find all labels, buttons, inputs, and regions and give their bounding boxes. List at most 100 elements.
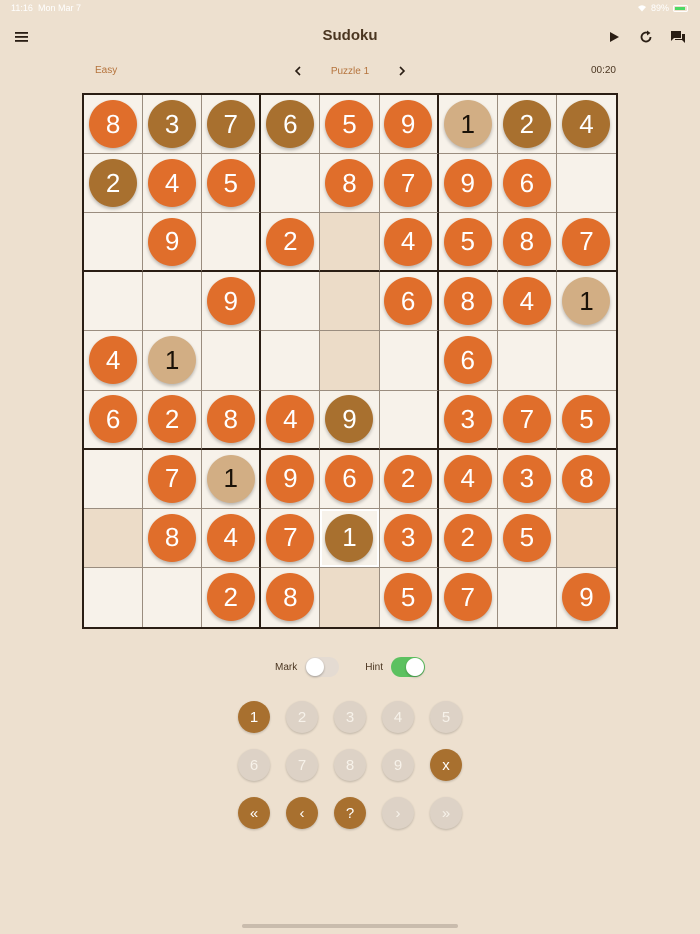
digit-8-key[interactable]: 8 — [334, 749, 366, 781]
board-cell[interactable]: 3 — [379, 508, 439, 568]
board-cell[interactable]: 6 — [320, 449, 380, 509]
board-cell[interactable]: 5 — [556, 391, 616, 450]
first-step-key[interactable]: « — [238, 797, 270, 829]
board-cell[interactable]: 7 — [556, 213, 616, 273]
digit-7-key[interactable]: 7 — [286, 749, 318, 781]
board-cell[interactable] — [261, 272, 321, 332]
board-cell[interactable]: 7 — [202, 95, 262, 155]
board-cell[interactable] — [202, 331, 262, 391]
board-cell[interactable]: 9 — [202, 272, 262, 332]
play-button[interactable] — [604, 26, 624, 48]
board-cell[interactable]: 1 — [202, 449, 262, 509]
board-cell[interactable]: 3 — [497, 449, 557, 509]
last-step-key[interactable]: » — [430, 797, 462, 829]
board-cell[interactable]: 2 — [497, 95, 557, 155]
board-cell[interactable]: 7 — [497, 390, 557, 450]
board-cell[interactable]: 2 — [261, 213, 321, 273]
prev-puzzle-button[interactable] — [288, 62, 308, 80]
board-cell[interactable]: 4 — [497, 272, 557, 332]
board-cell[interactable] — [556, 331, 616, 391]
board-cell[interactable]: 9 — [143, 213, 203, 273]
board-cell[interactable]: 1 — [556, 272, 616, 332]
board-cell[interactable] — [497, 331, 557, 391]
board-cell[interactable] — [379, 331, 439, 391]
board-cell[interactable]: 7 — [261, 508, 321, 568]
board-cell[interactable]: 5 — [438, 213, 498, 273]
board-cell[interactable]: 8 — [84, 95, 144, 155]
board-cell[interactable]: 8 — [143, 508, 203, 568]
board-cell[interactable]: 6 — [379, 272, 439, 332]
hint-key[interactable]: ? — [334, 797, 366, 829]
board-cell[interactable] — [84, 213, 144, 273]
board-cell[interactable]: 8 — [261, 567, 321, 627]
board-cell[interactable]: 4 — [84, 331, 144, 391]
board-cell[interactable] — [261, 154, 321, 214]
board-cell[interactable] — [320, 567, 380, 627]
board-cell[interactable] — [498, 567, 557, 627]
board-cell[interactable]: 8 — [202, 390, 262, 450]
board-cell[interactable]: 2 — [379, 449, 439, 509]
board-cell[interactable]: 6 — [438, 331, 498, 391]
board-cell[interactable]: 2 — [84, 154, 144, 214]
board-cell[interactable] — [84, 508, 144, 568]
board-cell[interactable]: 8 — [438, 272, 498, 332]
restart-button[interactable] — [636, 26, 656, 48]
board-cell[interactable] — [320, 331, 380, 391]
board-cell[interactable]: 4 — [202, 508, 262, 568]
board-cell[interactable]: 7 — [379, 154, 439, 214]
prev-step-key[interactable]: ‹ — [286, 797, 318, 829]
board-cell[interactable]: 4 — [261, 390, 321, 450]
board-cell[interactable] — [143, 272, 203, 332]
board-cell[interactable] — [556, 508, 616, 568]
board-cell[interactable] — [379, 390, 439, 450]
board-cell[interactable]: 3 — [438, 390, 498, 450]
board-cell[interactable]: 9 — [261, 449, 321, 509]
board-cell[interactable]: 5 — [497, 508, 557, 568]
hint-toggle[interactable] — [391, 657, 426, 677]
digit-9-key[interactable]: 9 — [382, 749, 414, 781]
board-cell[interactable] — [143, 567, 203, 627]
board-cell[interactable]: 8 — [320, 154, 380, 214]
board-cell[interactable]: 5 — [380, 567, 439, 627]
board-cell[interactable] — [320, 272, 380, 332]
digit-3-key[interactable]: 3 — [334, 701, 366, 733]
board-cell[interactable]: 9 — [320, 390, 380, 450]
board-cell[interactable] — [84, 272, 144, 332]
board-cell[interactable]: 6 — [497, 154, 557, 214]
digit-5-key[interactable]: 5 — [430, 701, 462, 733]
board-cell[interactable]: 4 — [379, 213, 439, 273]
mark-toggle[interactable] — [305, 657, 340, 677]
board-cell[interactable]: 4 — [143, 154, 203, 214]
next-puzzle-button[interactable] — [392, 62, 412, 80]
board-cell[interactable] — [84, 449, 144, 509]
digit-1-key[interactable]: 1 — [238, 701, 270, 733]
board-cell[interactable]: 5 — [320, 95, 380, 155]
board-cell[interactable]: 3 — [143, 95, 203, 155]
board-cell[interactable]: 1 — [438, 95, 498, 155]
board-cell[interactable] — [202, 213, 262, 273]
feedback-button[interactable] — [668, 26, 688, 48]
board-cell[interactable]: 2 — [202, 567, 262, 627]
board-cell[interactable]: 9 — [557, 568, 616, 627]
digit-4-key[interactable]: 4 — [382, 701, 414, 733]
board-cell[interactable]: 8 — [556, 450, 616, 509]
board-cell[interactable]: 6 — [261, 95, 321, 155]
board-cell[interactable]: 4 — [438, 449, 498, 509]
board-cell[interactable] — [320, 213, 380, 273]
board-cell[interactable]: 2 — [143, 390, 203, 450]
board-cell[interactable]: 1 — [143, 331, 203, 391]
board-cell[interactable]: 1 — [320, 508, 380, 568]
erase-key[interactable]: x — [430, 749, 462, 781]
board-cell[interactable]: 5 — [202, 154, 262, 214]
board-cell[interactable] — [84, 567, 144, 627]
board-cell[interactable]: 8 — [497, 213, 557, 273]
board-cell[interactable] — [556, 154, 616, 214]
next-step-key[interactable]: › — [382, 797, 414, 829]
digit-6-key[interactable]: 6 — [238, 749, 270, 781]
board-cell[interactable]: 9 — [438, 154, 498, 214]
board-cell[interactable]: 7 — [143, 449, 203, 509]
digit-2-key[interactable]: 2 — [286, 701, 318, 733]
board-cell[interactable]: 7 — [439, 567, 498, 627]
board-cell[interactable]: 4 — [556, 95, 616, 155]
board-cell[interactable]: 6 — [84, 390, 144, 450]
